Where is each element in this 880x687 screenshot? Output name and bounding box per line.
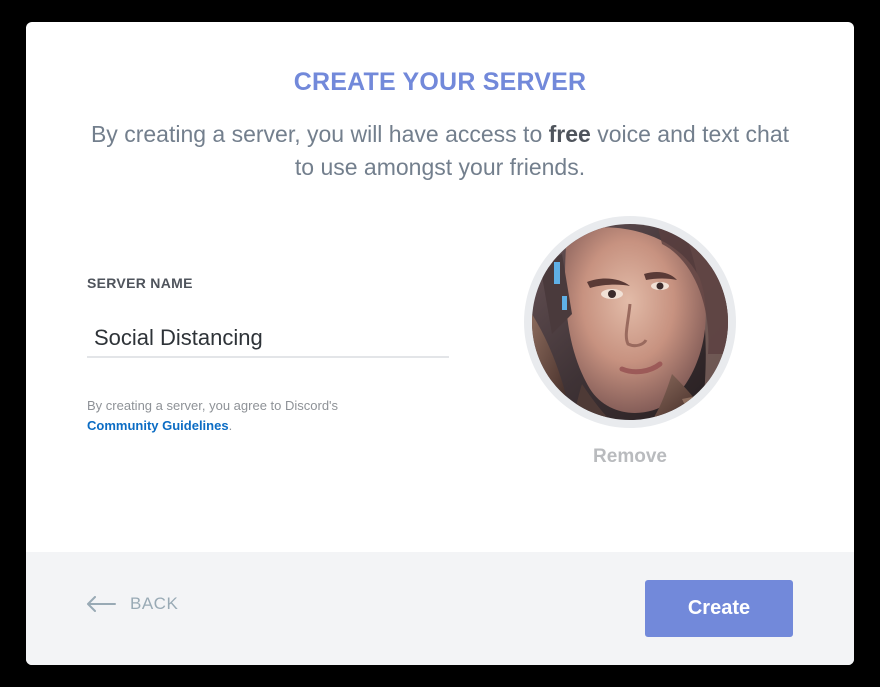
guidelines-agreement: By creating a server, you agree to Disco… [87, 396, 467, 436]
agreement-period: . [228, 418, 233, 433]
back-label: BACK [130, 594, 179, 613]
create-server-modal: CREATE YOUR SERVER By creating a server,… [26, 22, 854, 665]
remove-icon-button[interactable]: Remove [580, 446, 680, 468]
agreement-text: By creating a server, you agree to Disco… [87, 398, 339, 413]
modal-subtitle: By creating a server, you will have acce… [86, 118, 794, 184]
subtitle-free-emphasis: free [548, 121, 591, 147]
back-button[interactable]: BACK [86, 594, 178, 614]
server-icon-image [532, 224, 728, 420]
modal-title: CREATE YOUR SERVER [293, 68, 587, 96]
create-button[interactable]: Create [645, 580, 793, 637]
server-name-input[interactable] [87, 320, 449, 358]
server-name-label: SERVER NAME [87, 275, 193, 291]
server-icon-upload[interactable] [524, 216, 736, 428]
subtitle-text-start: By creating a server, you will have acce… [90, 121, 549, 147]
modal-footer: BACK Create [26, 552, 854, 665]
modal-body: CREATE YOUR SERVER By creating a server,… [26, 22, 854, 552]
arrow-left-icon [86, 596, 116, 612]
community-guidelines-link[interactable]: Community Guidelines [87, 418, 229, 433]
